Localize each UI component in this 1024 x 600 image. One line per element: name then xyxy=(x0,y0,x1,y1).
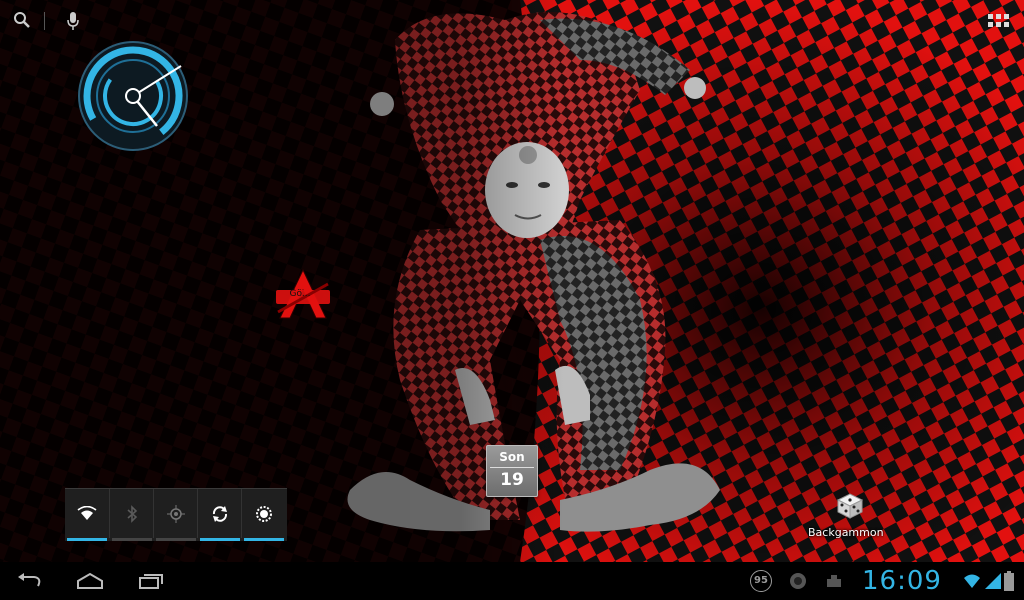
home-icon xyxy=(77,572,103,589)
brightness-indicator xyxy=(244,538,284,541)
search-icon[interactable] xyxy=(12,10,32,30)
wifi-icon xyxy=(77,505,97,520)
usb-icon xyxy=(827,575,841,587)
app-grid-icon[interactable] xyxy=(988,13,1010,29)
bluetooth-indicator xyxy=(112,538,152,541)
app-shortcut-label: Gö... xyxy=(289,289,311,299)
gps-toggle[interactable] xyxy=(153,489,198,541)
bluetooth-toggle[interactable] xyxy=(109,489,154,541)
top-bar-divider xyxy=(44,12,45,30)
sync-toggle[interactable] xyxy=(197,489,242,541)
notification-badge[interactable]: 95 xyxy=(748,568,774,594)
recent-apps-icon xyxy=(139,574,163,589)
brightness-icon xyxy=(256,505,272,522)
sync-indicator xyxy=(200,538,240,541)
wifi-toggle[interactable] xyxy=(65,489,109,541)
backgammon-label: Backgammon xyxy=(808,526,884,539)
microphone-icon[interactable] xyxy=(64,10,82,32)
gps-indicator xyxy=(156,538,196,541)
backgammon-shortcut[interactable]: Backgammon xyxy=(808,488,890,546)
home-button[interactable] xyxy=(70,568,110,594)
analog-clock-widget[interactable] xyxy=(77,40,189,152)
bluetooth-icon xyxy=(127,504,138,523)
power-control-widget xyxy=(65,488,287,541)
calendar-divider xyxy=(490,467,534,468)
usb-notification[interactable] xyxy=(822,568,846,594)
calendar-widget[interactable]: Son 19 xyxy=(486,445,538,497)
recent-apps-button[interactable] xyxy=(130,568,172,594)
back-button[interactable] xyxy=(10,568,50,594)
gps-icon xyxy=(167,504,185,523)
calendar-day: Son xyxy=(499,450,525,464)
back-icon xyxy=(18,573,41,587)
wifi-icon xyxy=(964,574,980,588)
brightness-toggle[interactable] xyxy=(241,489,286,541)
record-icon xyxy=(790,573,806,589)
dice-icon xyxy=(836,493,864,519)
sync-icon xyxy=(212,505,228,522)
battery-icon xyxy=(1004,571,1014,591)
calendar-date: 19 xyxy=(500,470,524,490)
badge-number: 95 xyxy=(750,570,772,592)
record-notification[interactable] xyxy=(786,568,810,594)
signal-icon xyxy=(985,573,1001,589)
wifi-indicator xyxy=(67,538,107,541)
status-time[interactable]: 16:09 xyxy=(862,563,942,599)
